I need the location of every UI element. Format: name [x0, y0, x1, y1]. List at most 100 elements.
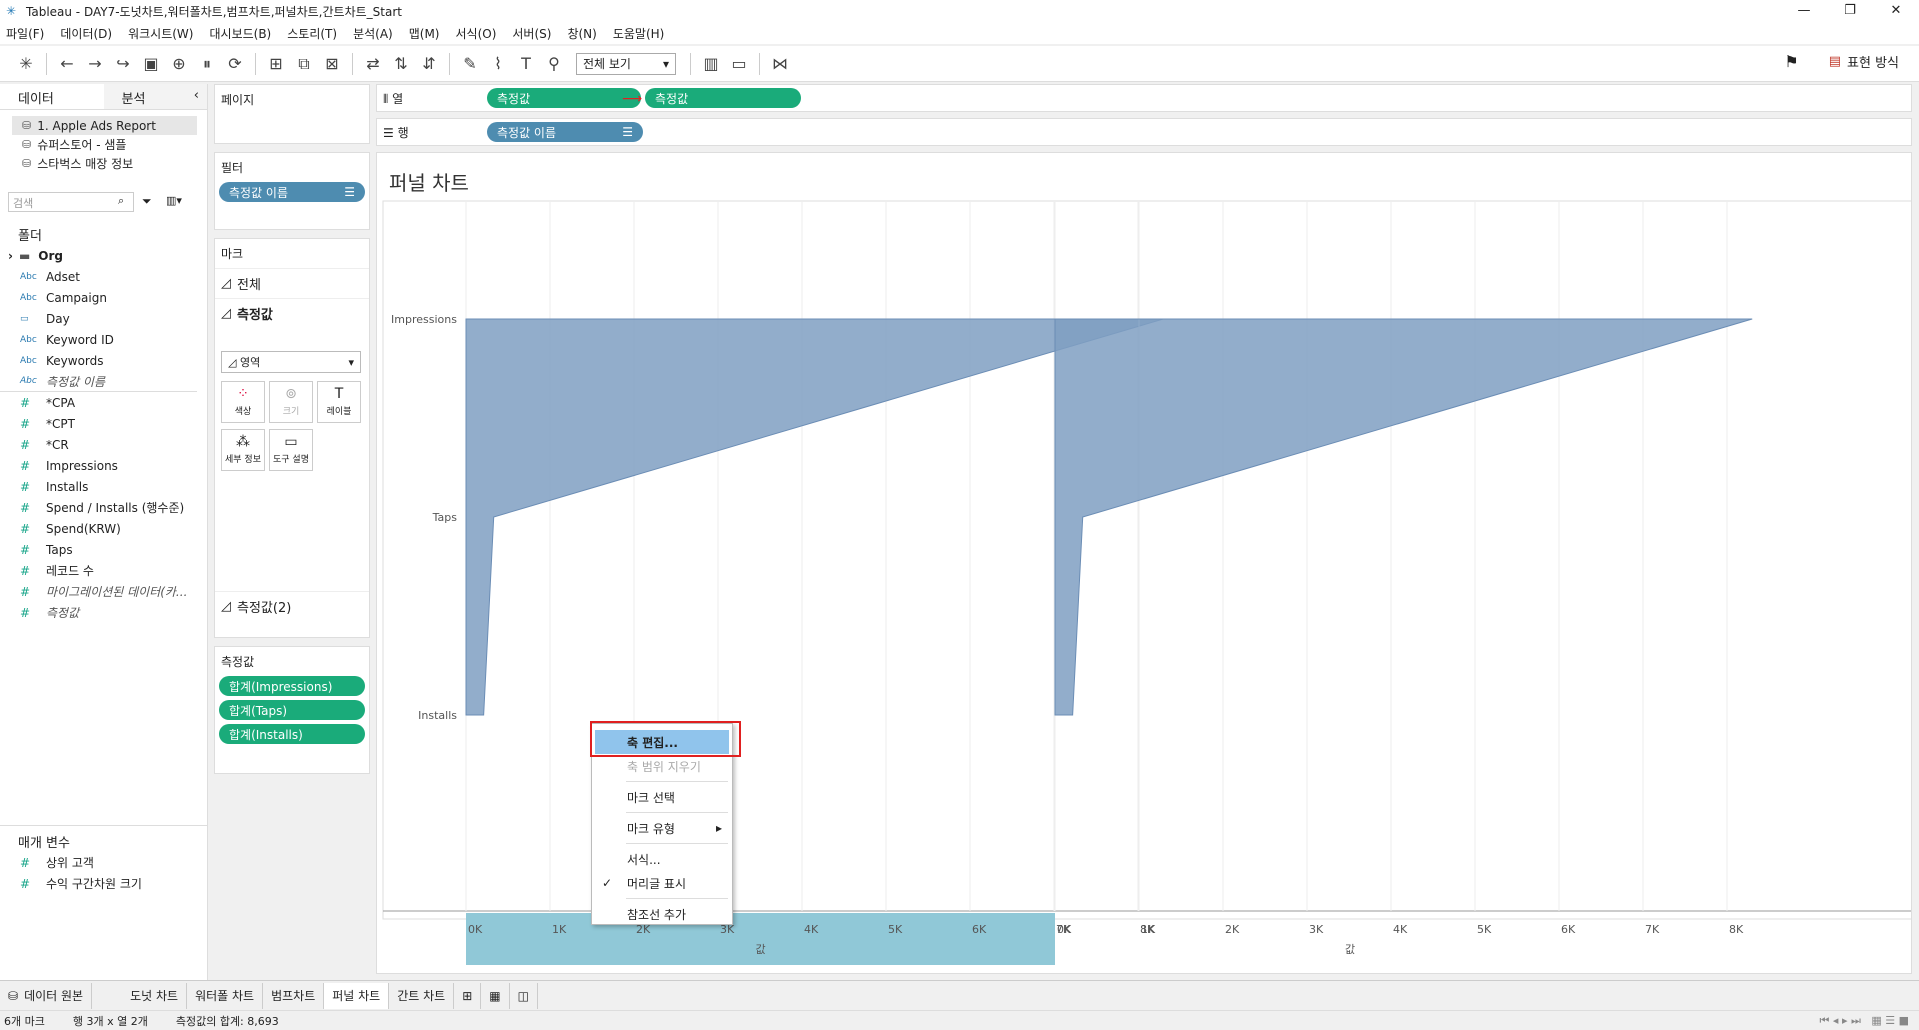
menu-select-marks[interactable]: 마크 선택: [592, 785, 732, 809]
tab-funnel-chart[interactable]: 퍼널 차트: [324, 982, 390, 1009]
measure-item[interactable]: # 마이그레이션된 데이터(카...: [0, 581, 207, 602]
rows-pill[interactable]: 측정값 이름 ☰: [487, 122, 643, 142]
menu-map[interactable]: 맵(M): [409, 25, 440, 42]
filter-pill[interactable]: 측정값 이름 ☰: [219, 182, 365, 202]
tab-gantt-chart[interactable]: 간트 차트: [389, 982, 455, 1009]
back-icon[interactable]: ←: [53, 51, 81, 77]
color-button[interactable]: ⁘ 색상: [221, 381, 265, 423]
sheet-nav-icons[interactable]: ⏮ ◂ ▸ ⏭ ▦ ☰ ■: [1820, 1014, 1909, 1028]
tab-donut-chart[interactable]: 도넛 차트: [122, 982, 188, 1009]
rows-shelf[interactable]: ☰ 행 측정값 이름 ☰: [376, 118, 1912, 146]
marks-measure-row[interactable]: ◿ 측정값: [215, 298, 369, 328]
menu-help[interactable]: 도움말(H): [613, 25, 665, 42]
label-button[interactable]: T 레이블: [317, 381, 361, 423]
tableau-home-icon[interactable]: ✳: [12, 51, 40, 77]
menu-add-reference-line[interactable]: 참조선 추가: [592, 902, 732, 926]
menu-window[interactable]: 창(N): [567, 25, 596, 42]
new-story-tab-icon[interactable]: ◫: [510, 982, 538, 1009]
new-datasource-icon[interactable]: ⊕: [165, 51, 193, 77]
pushpin-icon[interactable]: ⚑: [1784, 52, 1798, 71]
columns-pill[interactable]: 측정값: [487, 88, 641, 108]
labels-icon[interactable]: T: [512, 51, 540, 77]
menu-story[interactable]: 스토리(T): [287, 25, 337, 42]
sort-ascending-icon[interactable]: ⇅: [387, 51, 415, 77]
menu-format[interactable]: 서식(O): [456, 25, 497, 42]
new-worksheet-icon[interactable]: ⊞: [262, 51, 290, 77]
tooltip-button[interactable]: ▭ 도구 설명: [269, 429, 313, 471]
new-worksheet-tab-icon[interactable]: ⊞: [454, 982, 482, 1009]
measure-item[interactable]: # Installs: [0, 476, 207, 497]
menu-mark-type[interactable]: 마크 유형 ▸: [592, 816, 732, 840]
save-icon[interactable]: ▣: [137, 51, 165, 77]
forward-icon[interactable]: →: [81, 51, 109, 77]
show-me-button[interactable]: ⚑ ▤ 표현 방식: [1784, 52, 1899, 71]
measure-item[interactable]: # *CPT: [0, 413, 207, 434]
size-button[interactable]: ⊚ 크기: [269, 381, 313, 423]
group-icon[interactable]: ⌇: [484, 51, 512, 77]
menu-format[interactable]: 서식...: [592, 847, 732, 871]
measure-value-pill[interactable]: 합계(Installs): [219, 724, 365, 744]
measure-item[interactable]: # Spend(KRW): [0, 518, 207, 539]
filter-icon[interactable]: ⏷: [142, 194, 152, 209]
clear-sheet-icon[interactable]: ⊠: [318, 51, 346, 77]
datasource-item[interactable]: ⛁ 스타벅스 매장 정보: [0, 154, 207, 173]
field-item[interactable]: Abc 측정값 이름: [0, 371, 197, 392]
pin-icon[interactable]: ⚲: [540, 51, 568, 77]
marks-measure2-row[interactable]: ◿ 측정값(2): [215, 591, 369, 621]
sort-descending-icon[interactable]: ⇵: [415, 51, 443, 77]
fit-view-select[interactable]: 전체 보기 ▾: [576, 52, 676, 75]
menu-server[interactable]: 서버(S): [512, 25, 551, 42]
datasource-item[interactable]: ⛁ 슈퍼스토어 - 샘플: [0, 135, 207, 154]
field-item[interactable]: Abc Adset: [0, 266, 207, 287]
menu-data[interactable]: 데이터(D): [60, 25, 112, 42]
collapse-icon[interactable]: ‹: [194, 88, 199, 103]
measure-item[interactable]: # Impressions: [0, 455, 207, 476]
presentation-mode-icon[interactable]: ▭: [725, 51, 753, 77]
measure-item[interactable]: # 레코드 수: [0, 560, 207, 581]
measure-item[interactable]: # 측정값: [0, 602, 207, 623]
field-item[interactable]: Abc Keyword ID: [0, 329, 207, 350]
search-input[interactable]: 검색: [8, 192, 134, 212]
param-item[interactable]: # 수익 구간차원 크기: [0, 873, 207, 894]
tab-data[interactable]: 데이터: [0, 84, 104, 109]
swap-rows-columns-icon[interactable]: ⇄: [359, 51, 387, 77]
menu-show-header[interactable]: ✓ 머리글 표시: [592, 871, 732, 895]
refresh-icon[interactable]: ⟳: [221, 51, 249, 77]
maximize-button[interactable]: ❐: [1827, 0, 1873, 22]
view-options-icon[interactable]: ▥▾: [166, 194, 182, 207]
tab-datasource[interactable]: ⛁ 데이터 원본: [0, 982, 93, 1009]
tab-waterfall-chart[interactable]: 워터폴 차트: [187, 982, 264, 1009]
measure-value-pill[interactable]: 합계(Taps): [219, 700, 365, 720]
menu-analysis[interactable]: 분석(A): [353, 25, 393, 42]
menu-file[interactable]: 파일(F): [6, 25, 44, 42]
minimize-button[interactable]: —: [1781, 0, 1827, 22]
close-button[interactable]: ✕: [1873, 0, 1919, 22]
field-item[interactable]: ▭ Day: [0, 308, 207, 329]
mark-type-select[interactable]: ◿ 영역 ▾: [221, 351, 361, 373]
menu-worksheet[interactable]: 워크시트(W): [128, 25, 193, 42]
show-me-icon[interactable]: ▥: [697, 51, 725, 77]
tab-bump-chart[interactable]: 범프차트: [263, 982, 325, 1009]
param-item[interactable]: # 상위 고객: [0, 852, 207, 873]
measure-item[interactable]: # Spend / Installs (행수준): [0, 497, 207, 518]
measure-value-pill[interactable]: 합계(Impressions): [219, 676, 365, 696]
highlight-icon[interactable]: ✎: [456, 51, 484, 77]
folder-org[interactable]: › ▬ Org: [0, 245, 207, 266]
marks-all-row[interactable]: ◿ 전체: [215, 268, 369, 298]
filters-card[interactable]: 필터 측정값 이름 ☰: [214, 152, 370, 230]
columns-shelf[interactable]: ⦀ 열 측정값 측정값 ⟶: [376, 84, 1912, 112]
detail-button[interactable]: ⁂ 세부 정보: [221, 429, 265, 471]
redo-icon[interactable]: ↪: [109, 51, 137, 77]
pages-card[interactable]: 페이지: [214, 84, 370, 144]
datasource-item[interactable]: ⛁ 1. Apple Ads Report: [12, 116, 197, 135]
pause-update-icon[interactable]: ⏸: [193, 51, 221, 77]
field-item[interactable]: Abc Keywords: [0, 350, 207, 371]
menu-dashboard[interactable]: 대시보드(B): [209, 25, 271, 42]
tab-analysis[interactable]: 분석 ‹: [103, 84, 207, 109]
measure-item[interactable]: # Taps: [0, 539, 207, 560]
field-item[interactable]: Abc Campaign: [0, 287, 207, 308]
measure-item[interactable]: # *CR: [0, 434, 207, 455]
share-icon[interactable]: ⋈: [766, 51, 794, 77]
columns-pill[interactable]: 측정값: [645, 88, 801, 108]
measure-item[interactable]: # *CPA: [0, 392, 207, 413]
